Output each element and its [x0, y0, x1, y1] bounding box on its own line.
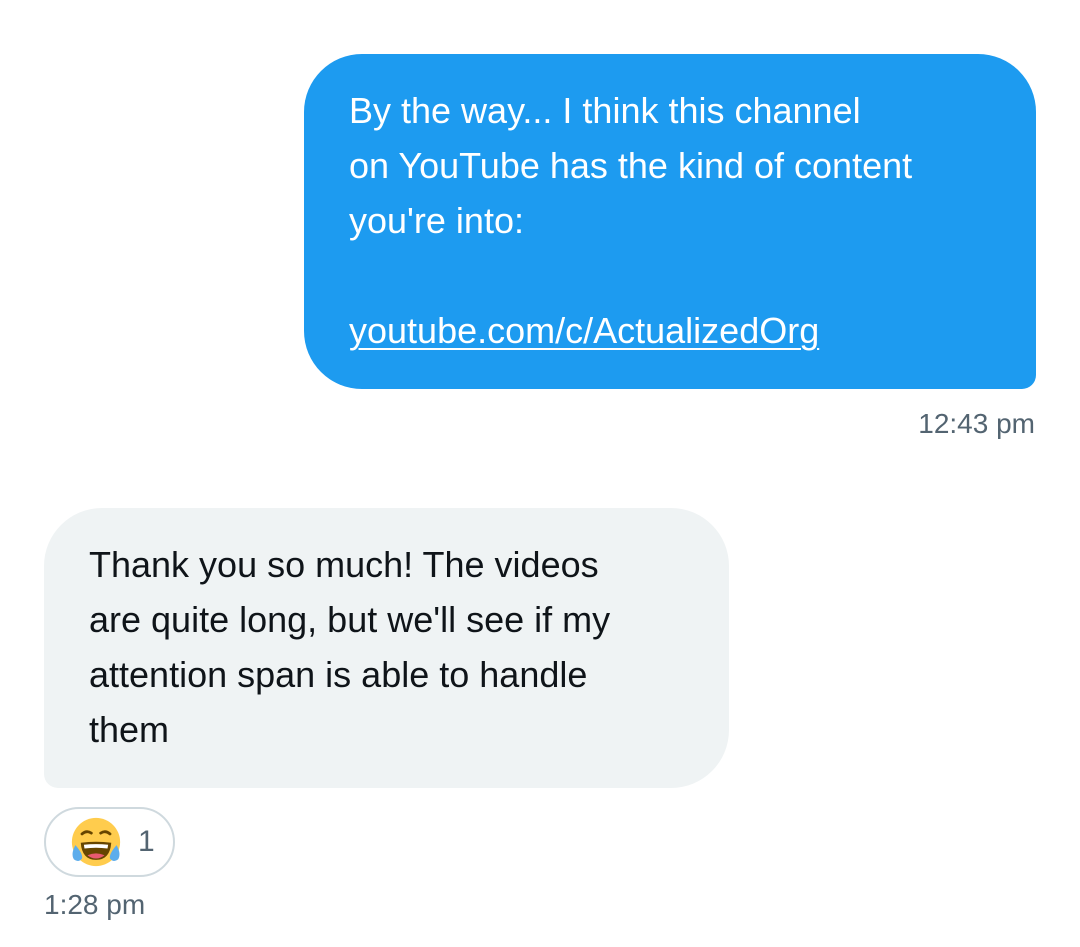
sent-message-timestamp: 12:43 pm [918, 408, 1035, 439]
face-with-tears-of-joy-icon [71, 817, 121, 867]
sent-message-text: By the way... I think this channel on Yo… [349, 90, 913, 241]
received-message-bubble[interactable]: Thank you so much! The videos are quite … [44, 508, 729, 788]
dm-conversation: By the way... I think this channel on Yo… [0, 0, 1080, 947]
reaction-pill[interactable]: 1 [44, 807, 175, 877]
reaction-count: 1 [138, 825, 155, 858]
received-message-text: Thank you so much! The videos are quite … [89, 544, 611, 750]
received-message-timestamp: 1:28 pm [44, 889, 146, 920]
sent-message-bubble[interactable]: By the way... I think this channel on Yo… [304, 54, 1036, 389]
message-link[interactable]: youtube.com/c/ActualizedOrg [349, 310, 819, 351]
